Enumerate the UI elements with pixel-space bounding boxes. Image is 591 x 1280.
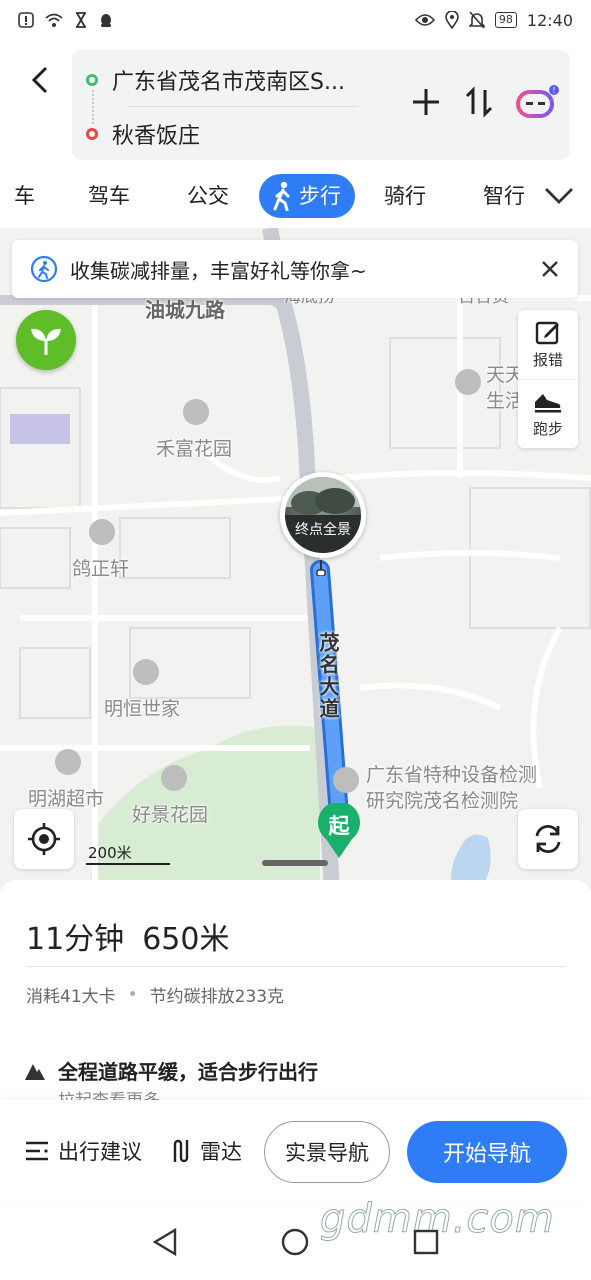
- edit-icon: [535, 321, 559, 345]
- route-summary: 11分钟 650米: [26, 914, 229, 958]
- wifi-icon: [45, 13, 63, 27]
- map-label-minghu: 明湖超市: [28, 788, 105, 810]
- crosshair-icon: [28, 823, 60, 855]
- calories-text: 消耗41大卡: [26, 987, 116, 1007]
- terrain-icon: [25, 1063, 45, 1080]
- route-tip: 全程道路平缓，适合步行出行: [24, 1056, 318, 1085]
- location-icon: [445, 11, 459, 29]
- tip-title: 全程道路平缓，适合步行出行: [58, 1060, 318, 1084]
- carbon-text: 节约碳排放233克: [149, 987, 285, 1007]
- running-label: 跑步: [532, 419, 563, 438]
- origin-text: 广东省茂名市茂南区S...: [112, 70, 345, 95]
- map-label-main-road: 茂名大道: [316, 632, 340, 720]
- start-navigation-button[interactable]: 开始导航: [407, 1121, 567, 1183]
- chevron-left-icon: [31, 66, 48, 94]
- action-bar: 出行建议 雷达 实景导航 开始导航: [0, 1100, 591, 1204]
- map-label-haojing: 好景花园: [132, 804, 209, 826]
- distance-text: 650米: [142, 922, 230, 957]
- alert-icon: [18, 12, 34, 28]
- route-divider: [128, 106, 358, 107]
- clock: 12:40: [526, 10, 573, 30]
- home-circle-icon[interactable]: [280, 1227, 310, 1257]
- qq-icon: [101, 14, 111, 27]
- refresh-route-button[interactable]: [518, 809, 578, 869]
- start-pin: 起: [316, 801, 362, 859]
- destination-text: 秋香饭庄: [112, 124, 201, 149]
- refresh-icon: [535, 824, 561, 854]
- map-label-institute-2: 研究院茂名检测院: [366, 790, 519, 812]
- tab-taxi[interactable]: 车: [14, 174, 35, 218]
- map-side-tools: 报错 跑步: [518, 310, 578, 448]
- meta-separator: •: [127, 984, 138, 1005]
- shoe-icon: [535, 393, 561, 412]
- recents-square-icon[interactable]: [412, 1228, 440, 1256]
- map-scale: 200米: [86, 842, 170, 865]
- summary-divider: [26, 966, 566, 967]
- map-view[interactable]: 油城九路 海底捞 百合货 天天 生活 禾富花园 鸽正轩 茂名大道 明恒世家 广东…: [0, 228, 591, 890]
- tab-bike[interactable]: 骑行: [384, 174, 426, 218]
- travel-advice-label: 出行建议: [58, 1140, 142, 1164]
- swap-icon[interactable]: [464, 86, 494, 118]
- duration-text: 11分钟: [26, 922, 125, 957]
- destination-panorama[interactable]: 终点全景: [280, 472, 366, 558]
- back-triangle-icon[interactable]: [151, 1227, 179, 1257]
- battery-indicator: 98: [494, 12, 517, 28]
- carbon-banner[interactable]: 收集碳减排量，丰富好礼等你拿~: [12, 240, 578, 298]
- map-label-hefu: 禾富花园: [156, 438, 233, 460]
- tab-bus[interactable]: 公交: [187, 174, 229, 218]
- tab-walk[interactable]: 步行: [259, 174, 355, 218]
- radar-button[interactable]: 雷达: [170, 1126, 242, 1176]
- eco-leaf-button[interactable]: [16, 310, 76, 370]
- drag-handle[interactable]: [262, 860, 328, 866]
- hourglass-icon: [76, 12, 86, 28]
- route-meta: 消耗41大卡 • 节约碳排放233克: [26, 982, 285, 1008]
- tree-photo-icon: [285, 477, 361, 553]
- transport-mode-tabs: 车 驾车 公交 步行 骑行 智行: [0, 170, 591, 222]
- assistant-robot-icon[interactable]: !: [516, 84, 560, 120]
- locate-button[interactable]: [14, 809, 74, 869]
- travel-advice-button[interactable]: 出行建议: [24, 1126, 142, 1176]
- destination-row[interactable]: 秋香饭庄: [86, 118, 200, 150]
- eye-icon: [414, 14, 435, 26]
- panorama-label: 终点全景: [295, 522, 351, 538]
- walking-circle-icon: [30, 255, 58, 283]
- system-nav-bar: [0, 1204, 591, 1280]
- tab-walk-label: 步行: [299, 184, 341, 208]
- ar-navigation-button[interactable]: 实景导航: [264, 1121, 390, 1183]
- back-button[interactable]: [22, 60, 58, 100]
- destination-marker-icon: [316, 560, 326, 576]
- close-icon[interactable]: [540, 259, 560, 279]
- tip-subtitle: 拉起查看更多: [58, 1086, 160, 1100]
- map-label-institute-1: 广东省特种设备检测: [366, 764, 538, 786]
- map-label-road-top: 油城九路: [145, 298, 225, 322]
- report-error-label: 报错: [532, 351, 563, 369]
- panorama-thumbnail: 终点全景: [285, 477, 361, 553]
- map-label-mingheng: 明恒世家: [104, 698, 181, 720]
- radar-label: 雷达: [200, 1140, 242, 1164]
- add-waypoint-icon[interactable]: [410, 86, 442, 118]
- list-icon: [26, 1141, 48, 1161]
- sprout-icon: [31, 328, 61, 355]
- mute-bell-icon: [468, 11, 485, 29]
- chevron-down-icon[interactable]: [544, 186, 574, 206]
- destination-dot-icon: [86, 128, 98, 140]
- running-button[interactable]: 跑步: [518, 379, 578, 448]
- tab-drive[interactable]: 驾车: [88, 174, 130, 218]
- radar-icon: [173, 1139, 189, 1163]
- origin-row[interactable]: 广东省茂名市茂南区S...: [86, 64, 345, 96]
- route-card: 广东省茂名市茂南区S... 秋香饭庄 !: [72, 50, 570, 160]
- svg-text:!: !: [552, 86, 555, 95]
- map-label-gezheng: 鸽正轩: [72, 558, 130, 580]
- banner-text: 收集碳减排量，丰富好礼等你拿~: [70, 258, 367, 283]
- tab-smart[interactable]: 智行: [483, 174, 525, 218]
- report-error-button[interactable]: 报错: [518, 310, 578, 379]
- origin-dot-icon: [86, 74, 98, 86]
- start-pin-label: 起: [328, 814, 350, 838]
- walking-person-icon: [273, 181, 290, 211]
- status-bar: 98 12:40: [0, 0, 591, 40]
